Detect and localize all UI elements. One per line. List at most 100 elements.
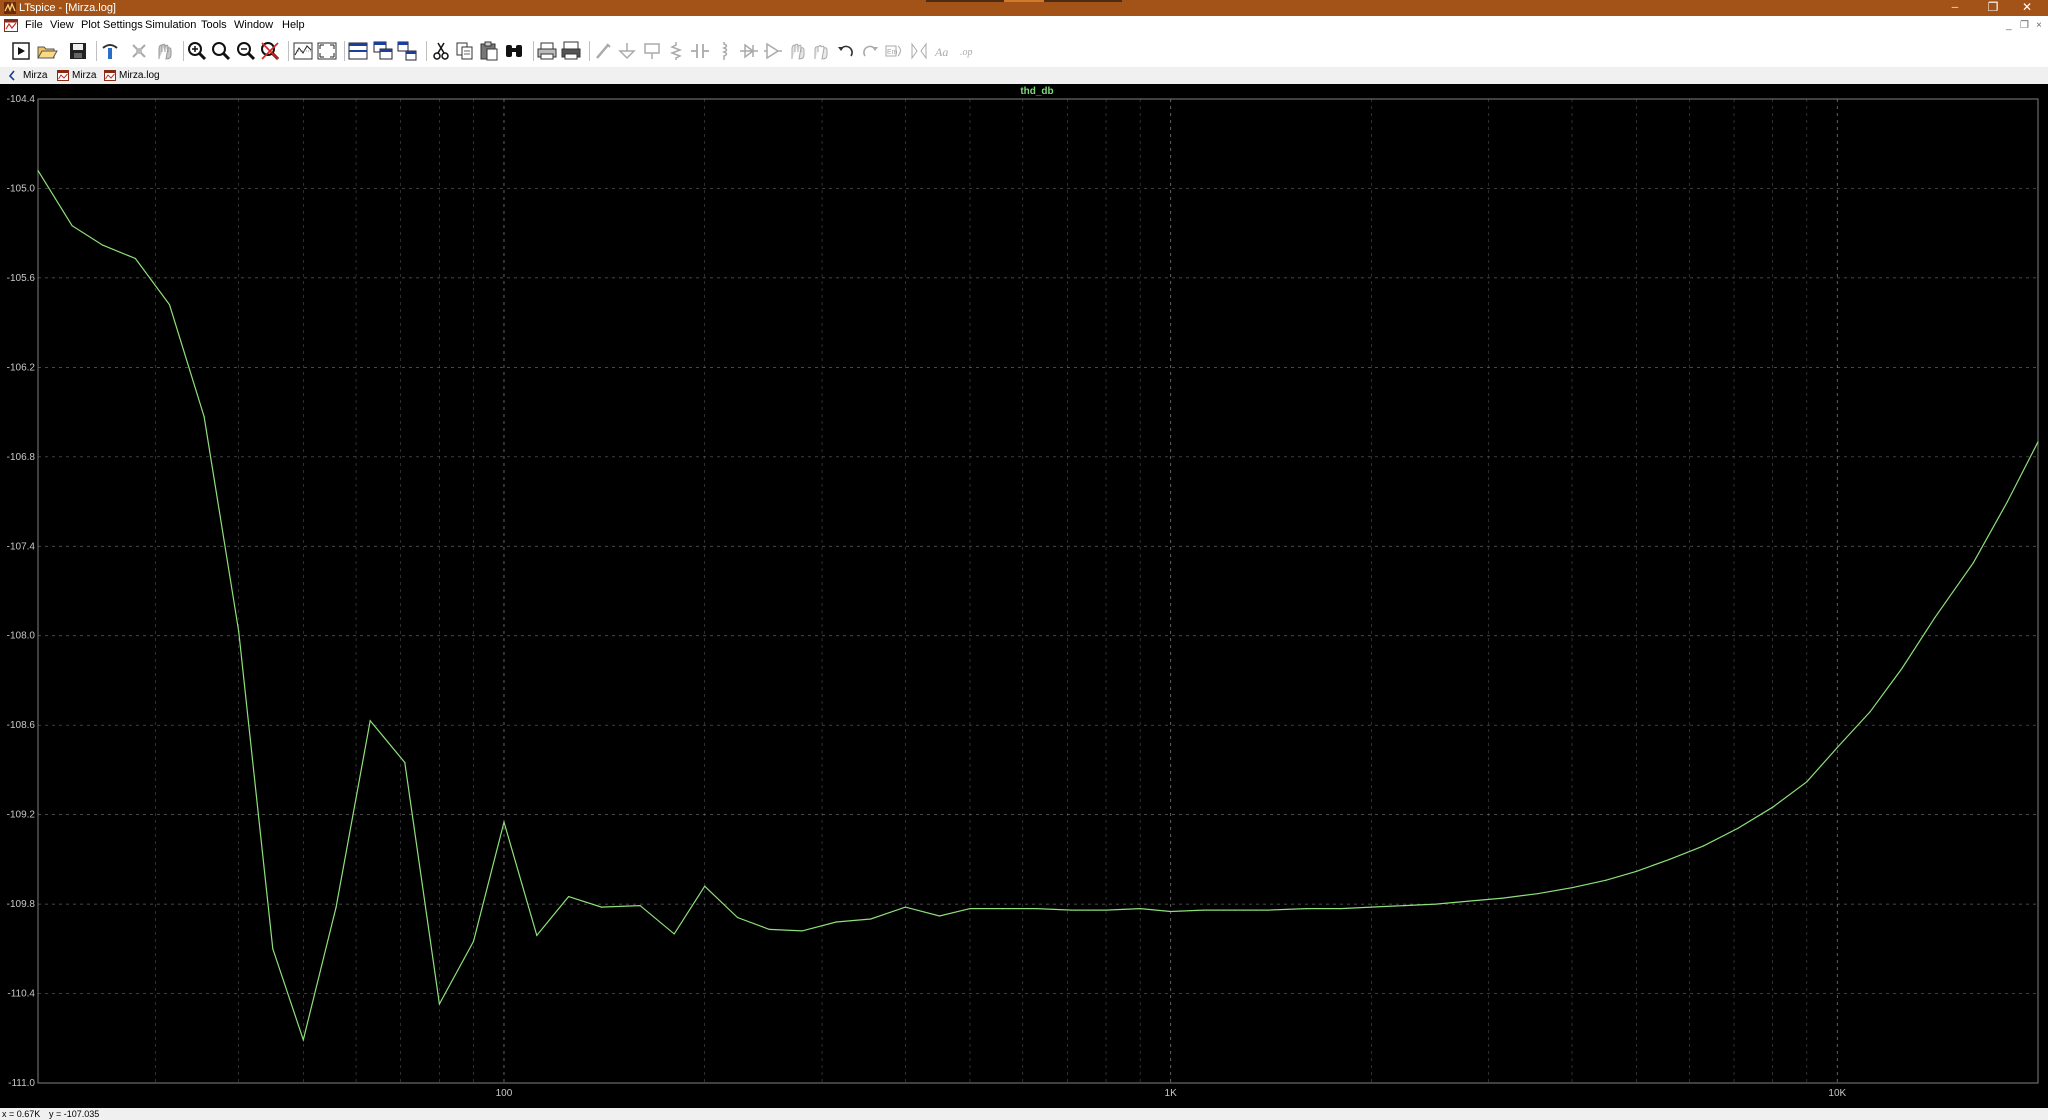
redo-icon[interactable] — [859, 40, 881, 62]
trace-point — [1468, 900, 1470, 902]
paste-icon[interactable] — [478, 40, 500, 62]
mdi-restore-button[interactable]: ❐ — [2020, 16, 2029, 35]
menu-plot-settings[interactable]: Plot Settings — [79, 16, 145, 35]
print-icon[interactable] — [536, 40, 558, 62]
copy-icon[interactable] — [454, 40, 476, 62]
x-tick-label: 1K — [1165, 1088, 1178, 1099]
run-icon[interactable] — [10, 40, 32, 62]
menu-file[interactable]: File — [23, 16, 45, 35]
trace-point — [302, 1039, 304, 1041]
menu-bar: File View Plot Settings Simulation Tools… — [0, 16, 2048, 35]
zoom-area-icon[interactable] — [210, 40, 232, 62]
trace-point — [1306, 908, 1308, 910]
mirror-icon[interactable] — [908, 40, 930, 62]
trace-point — [1070, 909, 1073, 911]
trace-points — [37, 170, 2039, 1041]
inductor-icon[interactable] — [713, 40, 735, 62]
waveform-plot[interactable]: thd_db -104.4-105.0-105.6-106.2-106.8-10… — [0, 84, 2048, 1108]
print-preview-icon[interactable] — [560, 40, 582, 62]
trace-point — [904, 906, 907, 908]
menu-tools[interactable]: Tools — [199, 16, 229, 35]
trace-point — [238, 630, 240, 632]
y-tick-label: -106.8 — [7, 452, 36, 463]
label-net-icon[interactable] — [641, 40, 663, 62]
resistor-icon[interactable] — [665, 40, 687, 62]
spice-directive-icon[interactable]: .op — [958, 40, 980, 62]
y-tick-label: -104.4 — [7, 94, 36, 105]
mdi-close-button[interactable]: × — [2036, 16, 2042, 35]
zoom-extents-icon[interactable] — [316, 40, 338, 62]
cursor-y-readout: y = -107.035 — [49, 1109, 100, 1119]
menu-view[interactable]: View — [48, 16, 76, 35]
trace-point — [1972, 562, 1974, 564]
cut-icon[interactable] — [430, 40, 452, 62]
menu-help[interactable]: Help — [280, 16, 307, 35]
trace-label-thd-db[interactable]: thd_db — [1020, 86, 1053, 97]
trace-point — [1571, 887, 1573, 889]
trace-point — [1267, 909, 1269, 911]
tile-horizontal-icon[interactable] — [347, 40, 369, 62]
trace-point — [1605, 879, 1607, 881]
tile-vertical-icon[interactable] — [396, 40, 418, 62]
find-icon[interactable] — [503, 40, 525, 62]
trace-point — [1202, 909, 1205, 911]
menu-window[interactable]: Window — [232, 16, 275, 35]
trace-point — [1934, 617, 1936, 619]
waveform-plot-pane[interactable]: thd_db -104.4 -105.0 -105.6 -106.2 -106.8 -10… — [0, 84, 2048, 1108]
svg-text:Em: Em — [887, 49, 898, 56]
zoom-in-icon[interactable] — [186, 40, 208, 62]
trace-point — [1806, 781, 1808, 783]
trace-point — [639, 905, 641, 907]
component-icon[interactable] — [762, 40, 784, 62]
undo-icon[interactable] — [835, 40, 857, 62]
trace-point — [369, 720, 371, 722]
diode-icon[interactable] — [738, 40, 760, 62]
trace-point — [203, 416, 205, 418]
trace-point — [1772, 806, 1774, 808]
zoom-out-icon[interactable] — [235, 40, 257, 62]
trace-point — [272, 948, 274, 950]
trace-point — [102, 244, 104, 246]
toolbar-separator — [183, 41, 184, 61]
tab-schematic-mirza[interactable]: Mirza — [6, 67, 47, 84]
y-tick-label: -111.0 — [8, 1078, 35, 1089]
drag-icon[interactable] — [810, 40, 832, 62]
pause-icon[interactable] — [128, 40, 150, 62]
tab-label: Mirza — [72, 70, 97, 81]
document-waveform-icon[interactable] — [4, 19, 18, 32]
y-tick-label: -109.2 — [7, 810, 36, 821]
trace-point — [1636, 870, 1638, 872]
menu-simulation[interactable]: Simulation — [143, 16, 198, 35]
y-tick-label: -109.8 — [7, 899, 36, 910]
trace-point — [1170, 910, 1172, 913]
toolbar-separator — [426, 41, 427, 61]
move-icon[interactable] — [786, 40, 808, 62]
trace-point — [1702, 845, 1705, 847]
mdi-minimize-button[interactable]: _ — [2006, 16, 2012, 35]
zoom-cancel-icon[interactable] — [259, 40, 281, 62]
trace-point — [1435, 903, 1437, 905]
ground-icon[interactable] — [616, 40, 638, 62]
trace-point — [938, 915, 941, 917]
x-tick-label: 100 — [496, 1088, 513, 1099]
trace-point — [801, 930, 803, 932]
cascade-icon[interactable] — [372, 40, 394, 62]
autorange-icon[interactable] — [292, 40, 314, 62]
open-icon[interactable] — [36, 40, 58, 62]
trace-point — [1901, 667, 1903, 670]
halt-icon[interactable] — [153, 40, 175, 62]
trace-point — [870, 918, 872, 920]
control-panel-icon[interactable] — [99, 40, 121, 62]
ltspice-app-icon — [4, 2, 16, 14]
status-bar: x = 0.67K y = -107.035 — [0, 1108, 2048, 1120]
trace-point — [2037, 441, 2039, 443]
trace-point — [1002, 908, 1004, 910]
text-icon[interactable]: Aa — [933, 40, 955, 62]
close-button[interactable]: ✕ — [2004, 0, 2048, 16]
tab-waveform-mirza[interactable]: Mirza — [55, 67, 96, 84]
tab-log-mirza[interactable]: Mirza.log — [102, 67, 160, 84]
capacitor-icon[interactable] — [689, 40, 711, 62]
rotate-icon[interactable]: Em — [883, 40, 905, 62]
wire-icon[interactable] — [592, 40, 614, 62]
save-icon[interactable] — [67, 40, 89, 62]
